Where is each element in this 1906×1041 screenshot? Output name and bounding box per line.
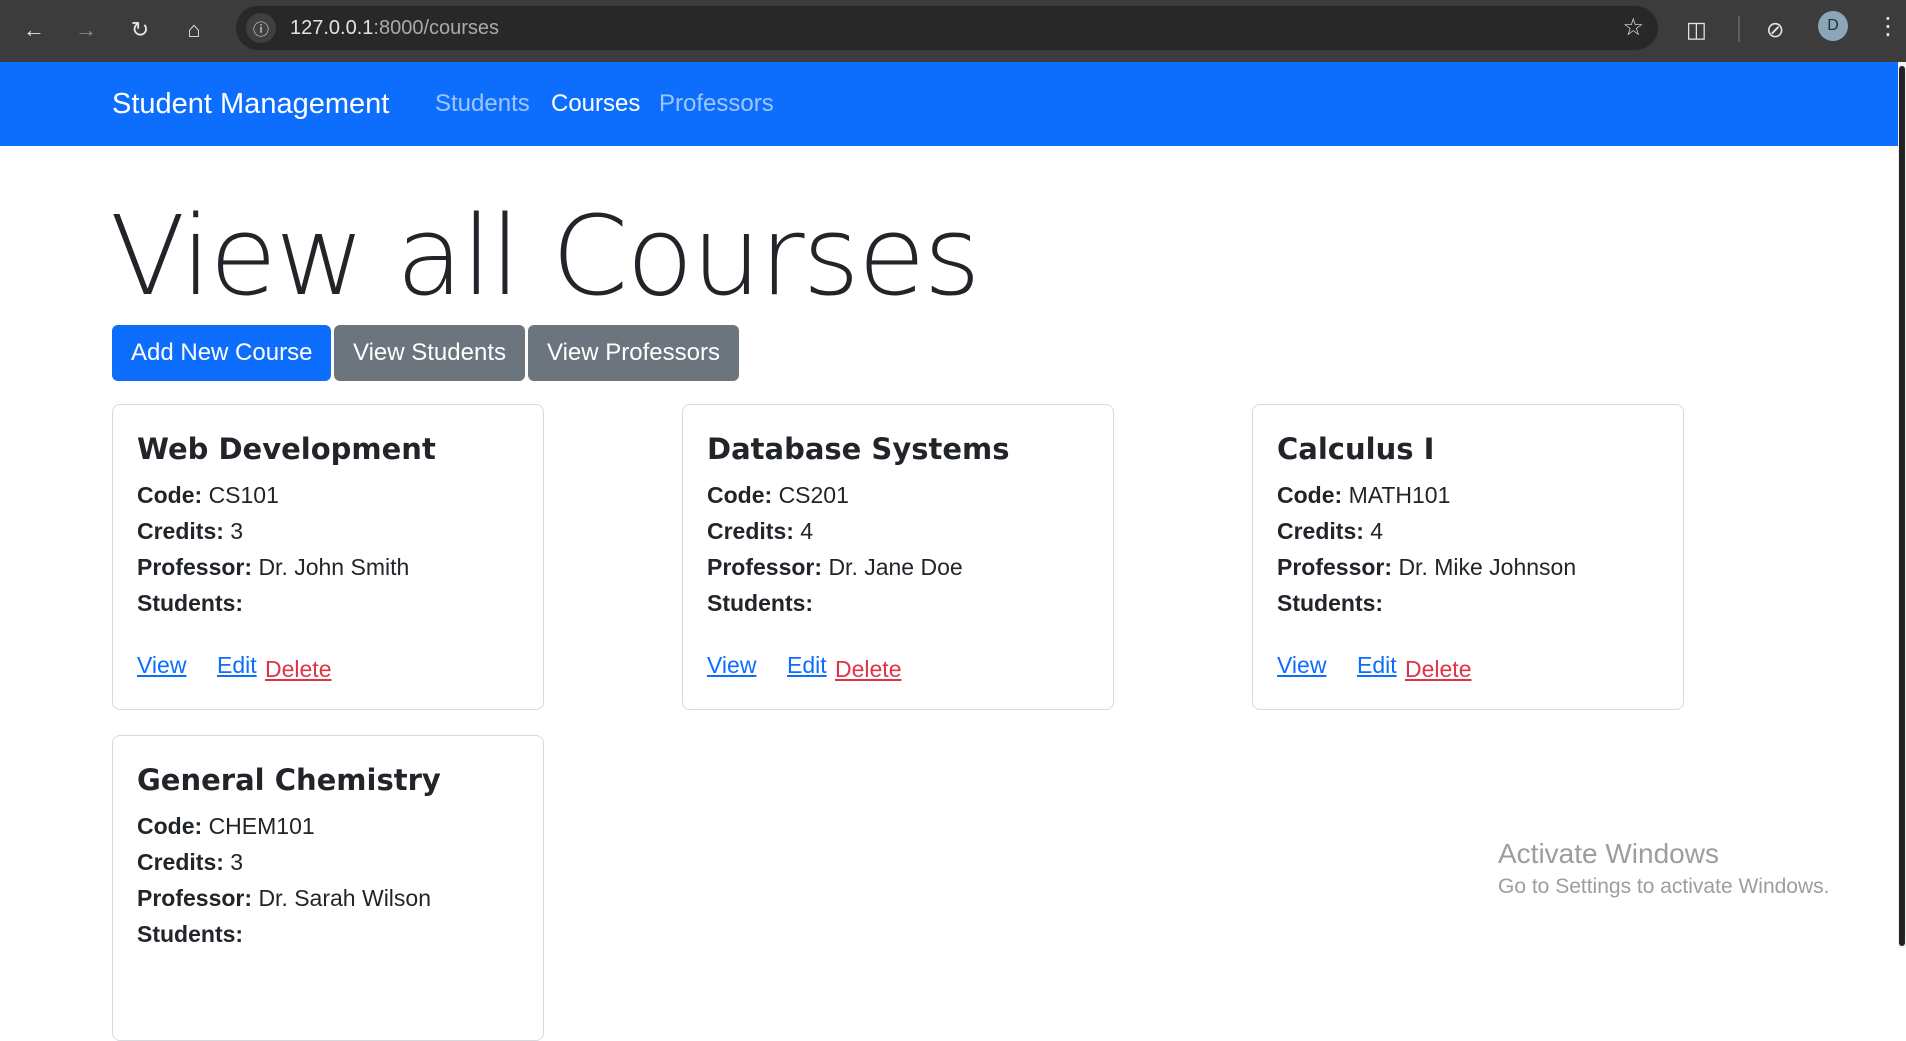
- add-course-button[interactable]: Add New Course: [112, 325, 332, 381]
- nav-students[interactable]: Students: [435, 62, 530, 146]
- extensions-icon[interactable]: ◫: [1686, 12, 1707, 48]
- site-info-icon[interactable]: ⓘ: [246, 13, 276, 43]
- view-link[interactable]: View: [137, 649, 186, 681]
- delete-link[interactable]: Delete: [835, 653, 901, 685]
- course-professor: Professor: Dr. Mike Johnson: [1277, 551, 1576, 583]
- code-label: Code:: [707, 482, 773, 508]
- brand-link[interactable]: Student Management: [112, 62, 389, 146]
- course-credits: Credits: 4: [1277, 515, 1383, 547]
- page-title: View all Courses: [110, 192, 981, 320]
- course-code: Code: MATH101: [1277, 479, 1450, 511]
- course-credits: Credits: 3: [137, 515, 243, 547]
- course-code: Code: CS101: [137, 479, 279, 511]
- delete-link[interactable]: Delete: [1405, 653, 1471, 685]
- course-name: Web Development: [137, 432, 436, 466]
- nav-courses[interactable]: Courses: [551, 62, 640, 146]
- home-icon[interactable]: ⌂: [176, 12, 212, 48]
- code-value: CS101: [208, 482, 279, 508]
- course-credits: Credits: 4: [707, 515, 813, 547]
- professor-label: Professor:: [1277, 554, 1393, 580]
- edit-link[interactable]: Edit: [787, 649, 827, 681]
- professor-value: Dr. Sarah Wilson: [258, 885, 431, 911]
- course-card: Database Systems Code: CS201 Credits: 4 …: [682, 404, 1114, 710]
- credits-label: Credits:: [137, 849, 224, 875]
- view-students-button[interactable]: View Students: [334, 325, 525, 381]
- back-icon[interactable]: ←: [16, 12, 52, 48]
- professor-label: Professor:: [707, 554, 823, 580]
- professor-label: Professor:: [137, 885, 253, 911]
- code-value: MATH101: [1348, 482, 1451, 508]
- course-card: General Chemistry Code: CHEM101 Credits:…: [112, 735, 544, 1041]
- credits-value: 4: [1370, 518, 1384, 544]
- code-value: CHEM101: [208, 813, 315, 839]
- credits-label: Credits:: [707, 518, 794, 544]
- code-label: Code:: [137, 482, 203, 508]
- nav-professors[interactable]: Professors: [659, 62, 774, 146]
- code-value: CS201: [778, 482, 849, 508]
- view-professors-button[interactable]: View Professors: [528, 325, 739, 381]
- app-navbar: Student Management Students Courses Prof…: [0, 62, 1898, 146]
- url-text[interactable]: 127.0.0.1:8000/courses: [290, 6, 499, 50]
- view-link[interactable]: View: [1277, 649, 1326, 681]
- professor-value: Dr. Jane Doe: [828, 554, 963, 580]
- course-code: Code: CHEM101: [137, 810, 315, 842]
- course-professor: Professor: Dr. John Smith: [137, 551, 409, 583]
- course-credits: Credits: 3: [137, 846, 243, 878]
- students-label: Students:: [137, 590, 244, 616]
- edit-link[interactable]: Edit: [217, 649, 257, 681]
- forward-icon[interactable]: →: [68, 12, 104, 48]
- professor-value: Dr. John Smith: [258, 554, 410, 580]
- course-name: Database Systems: [707, 432, 1010, 466]
- credits-label: Credits:: [1277, 518, 1364, 544]
- browser-toolbar: ← → ↻ ⌂ ⓘ 127.0.0.1:8000/courses ☆ ◫ ⊘ D…: [0, 0, 1906, 62]
- code-label: Code:: [1277, 482, 1343, 508]
- view-link[interactable]: View: [707, 649, 756, 681]
- performance-icon[interactable]: ⊘: [1766, 12, 1784, 48]
- watermark-title: Activate Windows: [1498, 838, 1719, 869]
- course-students: Students:: [137, 587, 243, 619]
- professor-label: Professor:: [137, 554, 253, 580]
- bookmark-star-icon[interactable]: ☆: [1622, 6, 1644, 50]
- edit-link[interactable]: Edit: [1357, 649, 1397, 681]
- reload-icon[interactable]: ↻: [122, 12, 158, 48]
- address-bar[interactable]: ⓘ 127.0.0.1:8000/courses ☆: [236, 6, 1658, 50]
- toolbar-divider: [1738, 16, 1740, 42]
- course-card: Web Development Code: CS101 Credits: 3 P…: [112, 404, 544, 710]
- students-label: Students:: [707, 590, 814, 616]
- course-students: Students:: [707, 587, 813, 619]
- course-professor: Professor: Dr. Sarah Wilson: [137, 882, 431, 914]
- course-name: General Chemistry: [137, 763, 441, 797]
- code-label: Code:: [137, 813, 203, 839]
- credits-value: 3: [230, 518, 244, 544]
- profile-avatar[interactable]: D: [1818, 11, 1848, 41]
- professor-value: Dr. Mike Johnson: [1398, 554, 1577, 580]
- students-label: Students:: [137, 921, 244, 947]
- activate-windows-watermark: Activate Windows Go to Settings to activ…: [1498, 836, 1830, 902]
- url-path: :8000/courses: [373, 17, 500, 39]
- course-professor: Professor: Dr. Jane Doe: [707, 551, 963, 583]
- menu-kebab-icon[interactable]: ⋮: [1876, 12, 1900, 41]
- watermark-subtitle: Go to Settings to activate Windows.: [1498, 875, 1830, 898]
- credits-value: 4: [800, 518, 814, 544]
- credits-label: Credits:: [137, 518, 224, 544]
- credits-value: 3: [230, 849, 244, 875]
- course-name: Calculus I: [1277, 432, 1435, 466]
- url-host: 127.0.0.1: [290, 17, 374, 39]
- course-code: Code: CS201: [707, 479, 849, 511]
- students-label: Students:: [1277, 590, 1384, 616]
- course-students: Students:: [1277, 587, 1383, 619]
- course-card: Calculus I Code: MATH101 Credits: 4 Prof…: [1252, 404, 1684, 710]
- page-scrollbar[interactable]: [1898, 62, 1906, 948]
- delete-link[interactable]: Delete: [265, 653, 331, 685]
- scrollbar-thumb[interactable]: [1899, 66, 1905, 946]
- course-students: Students:: [137, 918, 243, 950]
